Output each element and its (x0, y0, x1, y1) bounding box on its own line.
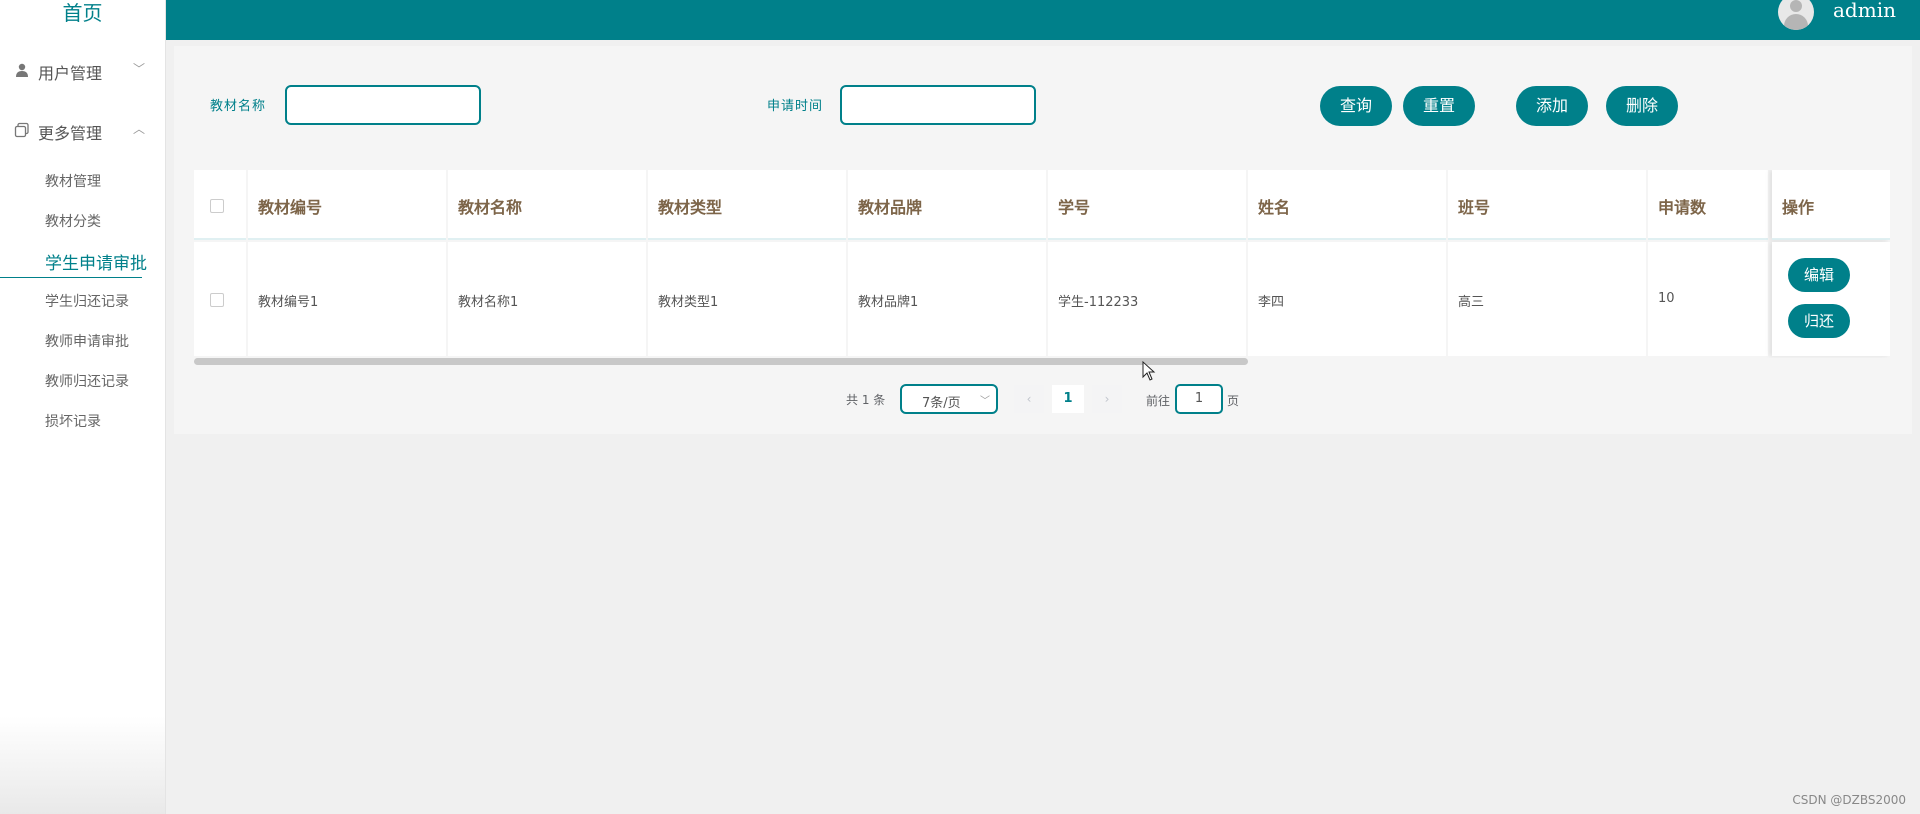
sidebar-item-teacher-return[interactable]: 教师归还记录 (45, 371, 129, 391)
actions-cell: 编辑 归还 (1772, 242, 1890, 356)
goto-page-input[interactable]: 1 (1175, 384, 1223, 414)
sidebar-item-student-return[interactable]: 学生归还记录 (45, 291, 129, 311)
goto-label: 前往 (1146, 394, 1171, 408)
sidebar-item-textbook-category[interactable]: 教材分类 (45, 211, 101, 231)
table-cell: 教材类型1 (648, 242, 846, 356)
chevron-down-icon: ﹀ (980, 396, 990, 407)
delete-button[interactable]: 删除 (1606, 86, 1678, 126)
menu-user-management[interactable]: 用户管理 ﹀ (0, 50, 165, 90)
column-header[interactable]: 教材名称 (448, 170, 646, 240)
reset-button[interactable]: 重置 (1403, 86, 1475, 126)
row-checkbox[interactable] (210, 293, 224, 307)
next-page-button[interactable]: › (1092, 385, 1122, 413)
menu-more-management-label: 更多管理 (38, 124, 103, 143)
column-header[interactable]: 申请数 (1648, 170, 1768, 240)
table-cell: 高三 (1448, 242, 1646, 356)
column-header[interactable]: 学号 (1048, 170, 1246, 240)
horizontal-scrollbar[interactable] (194, 358, 1248, 365)
query-button[interactable]: 查询 (1320, 86, 1392, 126)
page-size-value: 7条/页 (922, 396, 961, 411)
copy-icon (14, 122, 30, 138)
chevron-up-icon: ︿ (132, 122, 145, 136)
textbook-name-input[interactable] (285, 85, 481, 125)
column-header[interactable]: 教材品牌 (848, 170, 1046, 240)
active-item-underline (0, 277, 142, 278)
chevron-down-icon: ﹀ (132, 62, 145, 76)
column-header[interactable]: 班号 (1448, 170, 1646, 240)
return-button[interactable]: 归还 (1788, 304, 1850, 338)
data-table: 教材编号 教材名称 教材类型 教材品牌 学号 姓名 班号 申请数 操作 教材编号… (194, 170, 1890, 358)
pagination-total: 共 1 条 (846, 393, 886, 407)
column-header[interactable]: 教材编号 (248, 170, 446, 240)
edit-button[interactable]: 编辑 (1788, 258, 1850, 292)
menu-user-management-label: 用户管理 (38, 64, 103, 83)
prev-page-button[interactable]: ‹ (1014, 385, 1044, 413)
page-number[interactable]: 1 (1052, 385, 1084, 413)
menu-more-management[interactable]: 更多管理 ︿ (0, 110, 165, 150)
sidebar-item-student-approval[interactable]: 学生申请审批 (45, 249, 147, 274)
table-cell: 李四 (1248, 242, 1446, 356)
table-cell: 教材编号1 (248, 242, 446, 356)
row-select-cell (194, 242, 246, 356)
add-button[interactable]: 添加 (1516, 86, 1588, 126)
select-all-cell (194, 170, 246, 240)
column-header: 操作 (1772, 170, 1890, 240)
sidebar-item-textbook-management[interactable]: 教材管理 (45, 171, 101, 191)
column-header[interactable]: 姓名 (1248, 170, 1446, 240)
table-cell: 学生-112233 (1048, 242, 1246, 356)
watermark: CSDN @DZBS2000 (1792, 793, 1906, 807)
page-size-select[interactable]: 7条/页 ﹀ (900, 384, 998, 414)
page-suffix: 页 (1227, 394, 1240, 408)
table-cell: 教材名称1 (448, 242, 646, 356)
username[interactable]: admin (1833, 0, 1896, 22)
table-cell: 10 (1648, 242, 1768, 356)
table-cell: 教材品牌1 (848, 242, 1046, 356)
column-header[interactable]: 教材类型 (648, 170, 846, 240)
sidebar: 首页 用户管理 ﹀ 更多管理 ︿ 教材管理 教材分类 学生申请审批 学生归还记录… (0, 0, 166, 814)
filter-name-label: 教材名称 (210, 99, 267, 114)
home-link[interactable]: 首页 (0, 0, 165, 28)
select-all-checkbox[interactable] (210, 199, 224, 213)
sidebar-item-damage-record[interactable]: 损坏记录 (45, 411, 101, 431)
user-icon (14, 62, 30, 78)
apply-time-input[interactable] (840, 85, 1036, 125)
filter-time-label: 申请时间 (767, 99, 824, 114)
top-header (166, 0, 1920, 40)
sidebar-item-teacher-approval[interactable]: 教师申请审批 (45, 331, 129, 351)
